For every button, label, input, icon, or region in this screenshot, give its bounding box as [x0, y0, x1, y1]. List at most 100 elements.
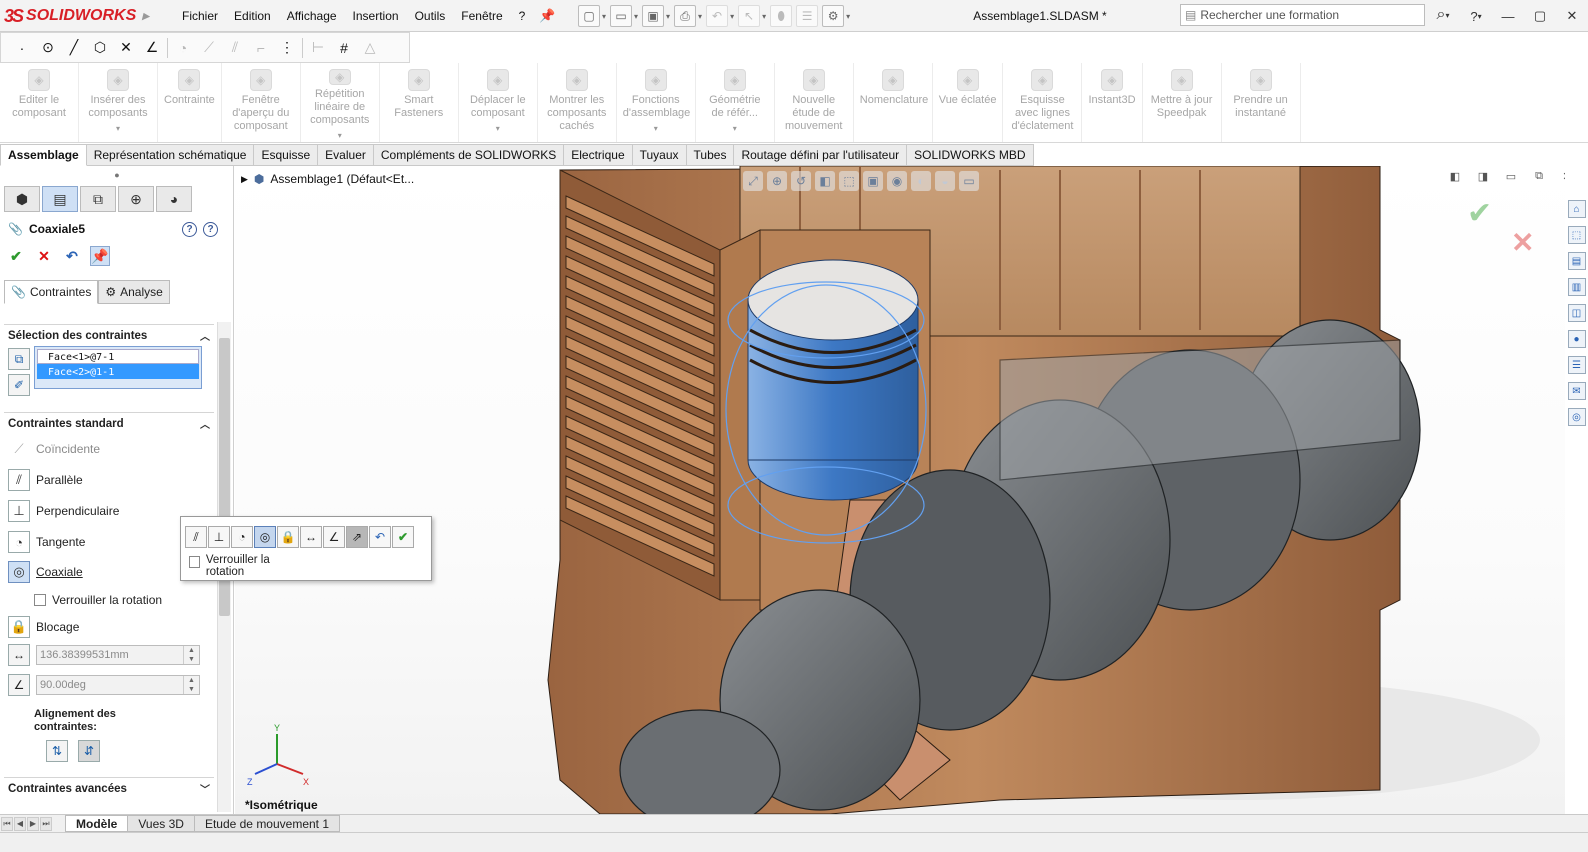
engine-assembly-model[interactable] [235, 166, 1565, 814]
search-input[interactable]: ▤ Rechercher une formation [1180, 4, 1425, 26]
aligned-icon[interactable]: ⇅ [46, 740, 68, 762]
menu-affichage[interactable]: Affichage [279, 0, 345, 32]
display-style-icon[interactable]: ▣ [863, 171, 883, 191]
pin-icon[interactable]: 📌 [533, 8, 561, 24]
distance-field[interactable]: 136.38399531mm ▲ ▼ [36, 645, 200, 665]
command-speedpak[interactable]: ◈ Mettre à jour Speedpak [1143, 63, 1222, 142]
tab-analyse[interactable]: ⚙ Analyse [98, 280, 170, 304]
tab-modele[interactable]: Modèle [65, 815, 129, 832]
view-palette-icon[interactable]: ◫ [1567, 304, 1586, 322]
menu-help[interactable]: ? [511, 0, 534, 32]
mate-parallel[interactable]: ⫽ Parallèle [8, 467, 83, 493]
tab-repr-sentation-sch-matique[interactable]: Représentation schématique [86, 144, 255, 166]
command-motion-study[interactable]: ◈ Nouvelle étude de mouvement [775, 63, 854, 142]
coaxial-icon[interactable]: ◎ [254, 526, 276, 548]
solidworks-logo[interactable]: 3S SOLIDWORKS ▶ [4, 0, 154, 32]
section-view-icon[interactable]: ◧ [815, 171, 835, 191]
parallel-icon[interactable]: ⫽ [185, 526, 207, 548]
panel-grip-icon[interactable]: ● [0, 166, 234, 184]
parallel-lines-icon[interactable]: ⫽ [224, 37, 246, 59]
command-exploded-view[interactable]: ◈ Vue éclatée [933, 63, 1004, 142]
apply-scene-icon[interactable]: ◒ [935, 171, 955, 191]
tab-contraintes[interactable]: 📎 Contraintes [4, 280, 99, 304]
close-button[interactable]: ✕ [1561, 5, 1583, 27]
angle-field[interactable]: 90.00deg ▲ ▼ [36, 675, 200, 695]
command-show-hidden[interactable]: ◈ Montrer les composants cachés [538, 63, 617, 142]
new-document-icon[interactable]: ▢ [578, 5, 600, 27]
measure-angle-icon[interactable]: △ [359, 37, 381, 59]
perpendicular-icon[interactable]: ⊥ [208, 526, 230, 548]
first-tab-arrow-icon[interactable]: ⏮ [1, 816, 13, 831]
command-smart-fasteners[interactable]: ◈ Smart Fasteners [380, 63, 459, 142]
command-linear-pattern[interactable]: ◈ Répétition linéaire de composants ▾ [301, 63, 380, 142]
cancel-button[interactable]: ✕ [34, 246, 54, 266]
circle-icon[interactable]: ⊙ [37, 37, 59, 59]
advanced-mates-header[interactable]: Contraintes avancées ﹀ [4, 777, 214, 799]
gear-icon[interactable]: ⚙ [822, 5, 845, 27]
traffic-light-icon[interactable]: ⬮ [770, 5, 793, 27]
appearances-icon[interactable]: ● [1567, 330, 1586, 348]
hide-show-icon[interactable]: ◉ [887, 171, 907, 191]
command-snapshot[interactable]: ◈ Prendre un instantané [1222, 63, 1301, 142]
edit-appearance-icon[interactable]: ◐ [911, 171, 931, 191]
selection-item[interactable]: Face<1>@7-1 [37, 349, 199, 364]
minimize-view-icon[interactable]: ▭ [1503, 168, 1519, 184]
mate-coaxial[interactable]: ◎ Coaxiale [8, 559, 83, 585]
design-library-icon[interactable]: ▤ [1567, 252, 1586, 270]
dimxpert-tab[interactable]: ⊕ [118, 186, 154, 212]
angle-icon[interactable]: ∠ [8, 674, 30, 696]
line-icon[interactable]: ╱ [63, 37, 85, 59]
dotted-line-icon[interactable]: ⋮ [276, 37, 298, 59]
selection-group-header[interactable]: Sélection des contraintes ︿ [4, 324, 214, 346]
chevron-down-icon[interactable]: ▾ [666, 12, 670, 21]
lock-icon[interactable]: 🔒 [277, 526, 299, 548]
distance-icon[interactable]: ↔ [8, 644, 30, 666]
command-move-component[interactable]: ◈ Déplacer le composant ▾ [459, 63, 538, 142]
menu-fichier[interactable]: Fichier [174, 0, 226, 32]
configuration-manager-tab[interactable]: ⧉ [80, 186, 116, 212]
restore-view-icon[interactable]: ⧉ [1531, 168, 1547, 184]
help-button[interactable]: ? ▾ [1465, 5, 1487, 27]
chevron-down-icon[interactable]: ▾ [730, 12, 734, 21]
minimize-button[interactable]: — [1497, 5, 1519, 27]
home-icon[interactable]: ⌂ [1567, 200, 1586, 218]
lock-rotation-option[interactable]: Verrouiller la rotation [34, 587, 162, 613]
chevron-down-icon[interactable]: ▾ [654, 122, 658, 135]
tab-routage-d-fini-par-l-utilisateur[interactable]: Routage défini par l'utilisateur [734, 144, 908, 166]
intersection-icon[interactable]: ✕ [115, 37, 137, 59]
close-view-icon[interactable]: ✕ [1559, 168, 1565, 184]
tab-assemblage[interactable]: Assemblage [0, 144, 87, 166]
polygon-icon[interactable]: ⬡ [89, 37, 111, 59]
menu-fenetre[interactable]: Fenêtre [453, 0, 510, 32]
check-icon[interactable]: ✔ [392, 526, 414, 548]
whats-wrong-icon[interactable]: ? [182, 222, 197, 237]
zoom-area-icon[interactable]: ⊕ [767, 171, 787, 191]
grid-icon[interactable]: # [333, 37, 355, 59]
property-manager-tab[interactable]: ▤ [42, 186, 78, 212]
lock-rotation-checkbox[interactable] [34, 594, 46, 606]
command-explode-line[interactable]: ◈ Esquisse avec lignes d'éclatement [1003, 63, 1083, 142]
tangent-icon[interactable]: ◔ [231, 526, 253, 548]
file-explorer-icon[interactable]: ▥ [1567, 278, 1586, 296]
mate-selection-list[interactable]: Face<1>@7-1 Face<2>@1-1 [34, 346, 202, 389]
prev-tab-arrow-icon[interactable]: ◀ [14, 816, 26, 831]
popup-lock-rotation-checkbox[interactable] [189, 556, 200, 568]
menu-insertion[interactable]: Insertion [345, 0, 407, 32]
open-folder-icon[interactable]: ▭ [610, 5, 633, 27]
chevron-down-icon[interactable]: ▾ [338, 129, 342, 142]
previous-view-icon[interactable]: ↺ [791, 171, 811, 191]
mate-coincident[interactable]: ⟋ Coïncidente [8, 436, 100, 462]
tab-electrique[interactable]: Electrique [564, 144, 633, 166]
mate-perpendicular[interactable]: ⊥ Perpendiculaire [8, 498, 119, 524]
confirm-ok-icon[interactable]: ✔ [1467, 196, 1492, 231]
ok-button[interactable]: ✔ [6, 246, 26, 266]
select-arrow-icon[interactable]: ↖ [738, 5, 761, 27]
menu-outils[interactable]: Outils [407, 0, 454, 32]
tab-compl-ments-de-solidworks[interactable]: Compléments de SOLIDWORKS [373, 144, 565, 166]
display-manager-tab[interactable]: ◕ [156, 186, 192, 212]
chevron-down-icon[interactable]: ▾ [846, 12, 850, 21]
pin-button[interactable]: 📌 [90, 246, 110, 266]
undo-icon[interactable]: ↶ [369, 526, 391, 548]
angle-stepper[interactable]: ▲ ▼ [183, 676, 199, 694]
standard-mates-header[interactable]: Contraintes standard ︿ [4, 412, 214, 434]
